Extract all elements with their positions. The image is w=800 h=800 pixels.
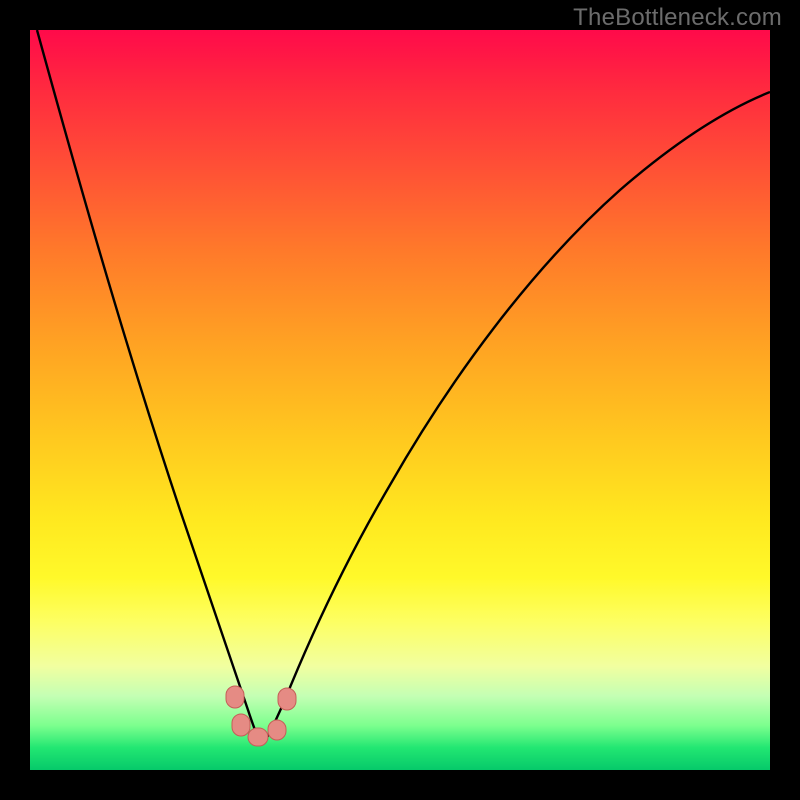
marker-dot	[278, 688, 296, 710]
marker-dot	[226, 686, 244, 708]
marker-group	[226, 686, 296, 746]
curve-layer	[30, 30, 770, 770]
chart-frame: TheBottleneck.com	[0, 0, 800, 800]
plot-area	[30, 30, 770, 770]
watermark-text: TheBottleneck.com	[573, 4, 782, 32]
marker-dot	[268, 720, 286, 740]
bottleneck-curve	[37, 30, 770, 744]
marker-dot	[248, 728, 268, 746]
marker-dot	[232, 714, 250, 736]
